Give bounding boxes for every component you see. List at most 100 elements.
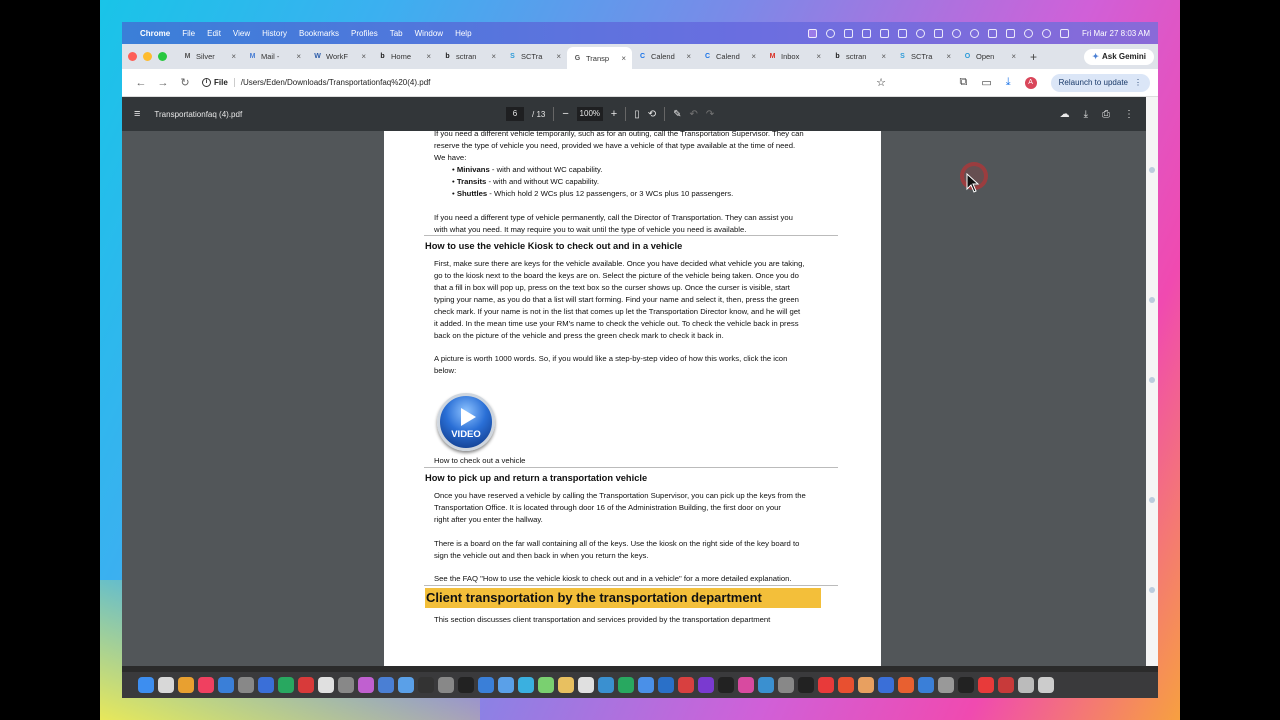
- dock-app-icon[interactable]: [758, 677, 774, 693]
- close-tab-icon[interactable]: ×: [621, 54, 626, 63]
- extension-status-icon[interactable]: [825, 28, 835, 38]
- dock-app-icon[interactable]: [598, 677, 614, 693]
- dock-app-icon[interactable]: [998, 677, 1014, 693]
- zoom-in-icon[interactable]: +: [611, 108, 617, 120]
- new-tab-button[interactable]: +: [1030, 50, 1037, 64]
- menubar-clock[interactable]: Fri Mar 27 8:03 AM: [1082, 29, 1150, 38]
- zoom-window-button[interactable]: [158, 52, 167, 61]
- close-tab-icon[interactable]: ×: [556, 52, 561, 61]
- dock-app-icon[interactable]: [858, 677, 874, 693]
- screen-record-icon[interactable]: [807, 28, 817, 38]
- dock-app-icon[interactable]: [718, 677, 734, 693]
- browser-tab[interactable]: b sctran ×: [437, 47, 502, 66]
- reload-icon[interactable]: ↻: [174, 76, 196, 89]
- menu-view[interactable]: View: [233, 29, 250, 38]
- menu-history[interactable]: History: [262, 29, 287, 38]
- video-play-button[interactable]: VIDEO: [437, 393, 495, 451]
- menu-edit[interactable]: Edit: [207, 29, 221, 38]
- menu-hamburger-icon[interactable]: ≡: [134, 108, 140, 120]
- dock-app-icon[interactable]: [378, 677, 394, 693]
- dock-app-icon[interactable]: [978, 677, 994, 693]
- page-number-input[interactable]: 6: [506, 107, 524, 121]
- close-tab-icon[interactable]: ×: [1011, 52, 1016, 61]
- menu-app-name[interactable]: Chrome: [140, 29, 170, 38]
- menu-profiles[interactable]: Profiles: [351, 29, 378, 38]
- dock-app-icon[interactable]: [818, 677, 834, 693]
- dock-app-icon[interactable]: [678, 677, 694, 693]
- close-tab-icon[interactable]: ×: [751, 52, 756, 61]
- browser-tab[interactable]: W WorkF ×: [307, 47, 372, 66]
- close-tab-icon[interactable]: ×: [361, 52, 366, 61]
- dock-app-icon[interactable]: [298, 677, 314, 693]
- dock-app-icon[interactable]: [238, 677, 254, 693]
- menu-tab[interactable]: Tab: [390, 29, 403, 38]
- profile-avatar[interactable]: A: [1024, 76, 1037, 89]
- redo-icon[interactable]: ↷: [706, 109, 714, 120]
- rotate-icon[interactable]: ⟲: [648, 109, 656, 120]
- dock-app-icon[interactable]: [398, 677, 414, 693]
- dock-app-icon[interactable]: [1038, 677, 1054, 693]
- menu-help[interactable]: Help: [455, 29, 471, 38]
- dock-app-icon[interactable]: [938, 677, 954, 693]
- keyboard-icon[interactable]: [843, 28, 853, 38]
- dock-app-icon[interactable]: [438, 677, 454, 693]
- dock-app-icon[interactable]: [958, 677, 974, 693]
- video-caption[interactable]: How to check out a vehicle: [434, 455, 525, 467]
- annotate-icon[interactable]: ✎: [673, 109, 681, 120]
- browser-tab[interactable]: b Home ×: [372, 47, 437, 66]
- dock-app-icon[interactable]: [798, 677, 814, 693]
- menu-file[interactable]: File: [182, 29, 195, 38]
- display-icon[interactable]: [933, 28, 943, 38]
- dock-app-icon[interactable]: [538, 677, 554, 693]
- dock-app-icon[interactable]: [778, 677, 794, 693]
- browser-tab[interactable]: C Calend ×: [632, 47, 697, 66]
- dock-app-icon[interactable]: [618, 677, 634, 693]
- menu-window[interactable]: Window: [415, 29, 443, 38]
- dock-app-icon[interactable]: [518, 677, 534, 693]
- pdf-download-icon[interactable]: ⤓: [1084, 109, 1088, 120]
- ask-gemini-button[interactable]: ✦ Ask Gemini: [1084, 48, 1154, 65]
- dock-app-icon[interactable]: [638, 677, 654, 693]
- bookmark-star-icon[interactable]: ☆: [876, 76, 886, 89]
- dock-app-icon[interactable]: [878, 677, 894, 693]
- dock-app-icon[interactable]: [338, 677, 354, 693]
- dock-app-icon[interactable]: [358, 677, 374, 693]
- dock-app-icon[interactable]: [498, 677, 514, 693]
- pdf-document-area[interactable]: If you need a different vehicle temporar…: [122, 129, 1146, 666]
- control-center-icon[interactable]: [1059, 28, 1069, 38]
- close-tab-icon[interactable]: ×: [686, 52, 691, 61]
- dock-app-icon[interactable]: [918, 677, 934, 693]
- stripe-icon[interactable]: [861, 28, 871, 38]
- url-text[interactable]: /Users/Eden/Downloads/Transportationfaq%…: [241, 78, 431, 87]
- dock-app-icon[interactable]: [658, 677, 674, 693]
- download-icon[interactable]: ⤓: [1006, 76, 1011, 89]
- print-icon[interactable]: ⎙: [1102, 109, 1110, 120]
- dock-app-icon[interactable]: [738, 677, 754, 693]
- browser-tab[interactable]: S SCTra ×: [502, 47, 567, 66]
- volume-icon[interactable]: [987, 28, 997, 38]
- extensions-icon[interactable]: ⧉: [959, 76, 967, 89]
- dock-app-icon[interactable]: [578, 677, 594, 693]
- dock-app-icon[interactable]: [418, 677, 434, 693]
- browser-tab[interactable]: G Transp ×: [567, 47, 632, 69]
- zoom-out-icon[interactable]: −: [562, 108, 568, 120]
- wifi-icon[interactable]: [1023, 28, 1033, 38]
- cloud-icon[interactable]: [915, 28, 925, 38]
- sync-icon[interactable]: [897, 28, 907, 38]
- close-tab-icon[interactable]: ×: [946, 52, 951, 61]
- bluetooth-icon[interactable]: [951, 28, 961, 38]
- browser-tab[interactable]: M Mail - ×: [242, 47, 307, 66]
- spotlight-icon[interactable]: [1041, 28, 1051, 38]
- back-arrow-icon[interactable]: ←: [130, 77, 152, 89]
- dock-app-icon[interactable]: [258, 677, 274, 693]
- browser-tab[interactable]: O Open ×: [957, 47, 1022, 66]
- browser-tab[interactable]: b sctran ×: [827, 47, 892, 66]
- dock-app-icon[interactable]: [558, 677, 574, 693]
- relaunch-button[interactable]: Relaunch to update ⋮: [1050, 73, 1150, 92]
- dock-app-icon[interactable]: [158, 677, 174, 693]
- minimize-window-button[interactable]: [143, 52, 152, 61]
- save-drive-icon[interactable]: ☁: [1060, 109, 1070, 120]
- battery-icon[interactable]: [1005, 28, 1015, 38]
- address-bar[interactable]: i File /Users/Eden/Downloads/Transportat…: [202, 72, 892, 93]
- undo-icon[interactable]: ↶: [690, 109, 698, 120]
